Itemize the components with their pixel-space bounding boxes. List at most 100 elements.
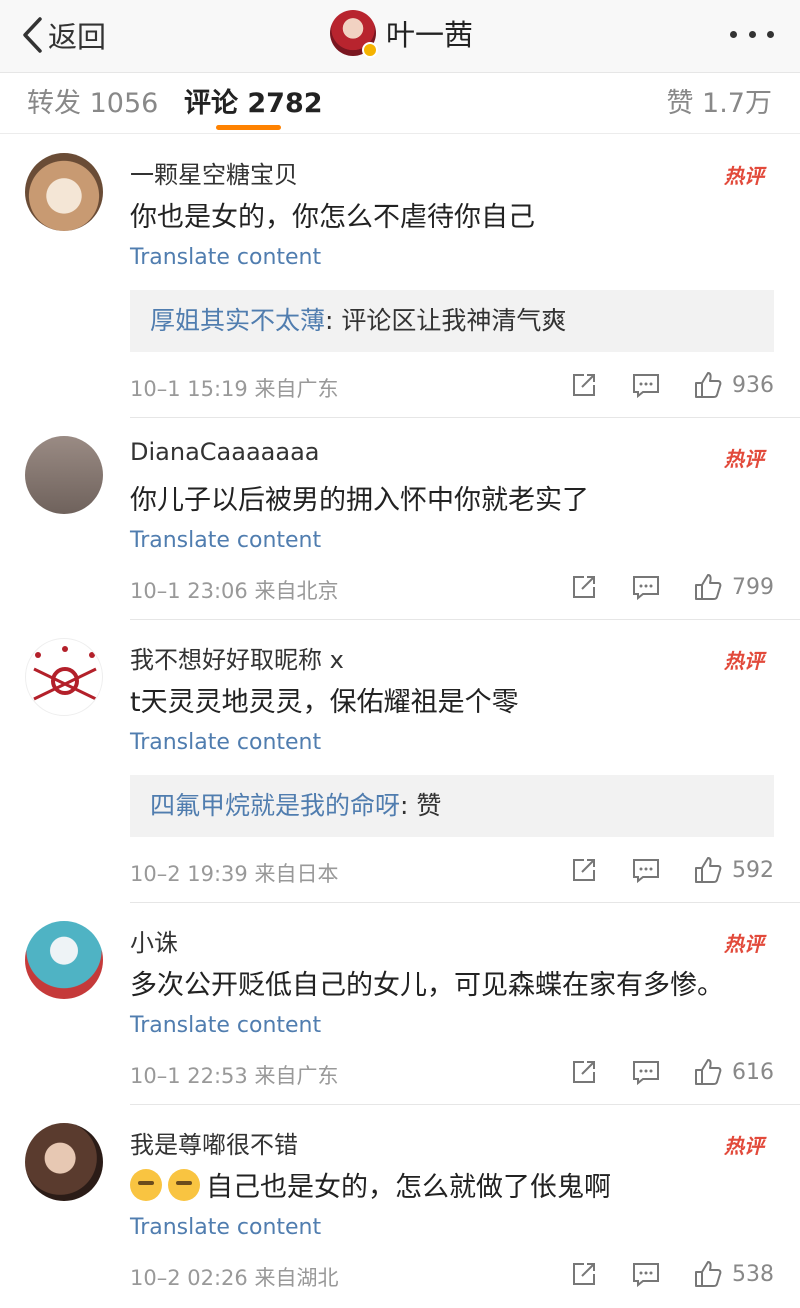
share-icon <box>573 1061 595 1083</box>
comment-icon <box>633 859 659 884</box>
comment-item: 我不想好好取昵称 x 热评 t天灵灵地灵灵，保佑耀祖是个零 Translate … <box>25 620 800 903</box>
comment-item: 小诛 热评 多次公开贬低自己的女儿，可见森蝶在家有多惨。 Translate c… <box>25 903 800 1105</box>
verified-badge-icon <box>362 42 378 58</box>
reply-button[interactable] <box>628 1258 664 1290</box>
translate-link[interactable]: Translate content <box>130 1013 321 1038</box>
avatar[interactable] <box>25 153 103 231</box>
nav-bar: 返回 叶一茜 <box>0 0 800 72</box>
thumbs-up-icon <box>695 574 722 600</box>
comment-text: 自己也是女的，怎么就做了伥鬼啊 <box>206 1172 611 1203</box>
hot-comment-badge: 热评 <box>724 155 772 188</box>
share-button[interactable] <box>566 854 602 886</box>
comment-list: 一颗星空糖宝贝 热评 你也是女的，你怎么不虐待你自己 Translate con… <box>0 135 800 1307</box>
tab-comments[interactable]: 评论 2782 <box>184 81 323 120</box>
commenter-name[interactable]: 小诛 <box>130 923 178 958</box>
page-title: 叶一茜 <box>386 18 474 52</box>
comment-meta: 10–1 15:19 来自广东 <box>130 377 339 401</box>
comment-text: t天灵灵地灵灵，保佑耀祖是个零 <box>130 687 519 718</box>
chevron-left-icon <box>23 17 42 53</box>
avatar[interactable] <box>25 436 103 514</box>
comment-meta: 10–2 19:39 来自日本 <box>130 862 339 886</box>
avatar[interactable] <box>25 921 103 999</box>
reply-author[interactable]: 四氟甲烷就是我的命呀 <box>150 791 400 820</box>
tab-likes[interactable]: 赞 1.7万 <box>666 81 772 120</box>
tab-forward[interactable]: 转发 1056 <box>27 81 158 120</box>
translate-link[interactable]: Translate content <box>130 730 321 755</box>
hot-comment-badge: 热评 <box>724 438 772 471</box>
back-button[interactable]: 返回 <box>20 10 106 60</box>
reply-text: : 评论区让我神清气爽 <box>325 306 567 335</box>
commenter-name[interactable]: 一颗星空糖宝贝 <box>130 155 298 190</box>
like-button[interactable] <box>690 571 726 603</box>
share-button[interactable] <box>566 369 602 401</box>
tab-bar: 转发 1056 评论 2782 赞 1.7万 <box>0 72 800 134</box>
avatar[interactable] <box>25 638 103 716</box>
share-icon <box>573 1263 595 1285</box>
like-button[interactable] <box>690 1056 726 1088</box>
like-count: 936 <box>732 372 774 398</box>
reply-button[interactable] <box>628 571 664 603</box>
share-icon <box>573 859 595 881</box>
more-dots-icon[interactable] <box>730 22 774 46</box>
comment-item: 一颗星空糖宝贝 热评 你也是女的，你怎么不虐待你自己 Translate con… <box>25 135 800 418</box>
comment-icon <box>633 1061 659 1086</box>
like-count: 616 <box>732 1059 774 1085</box>
comment-meta: 10–1 22:53 来自广东 <box>130 1064 339 1088</box>
commenter-name[interactable]: 我是尊嘟很不错 <box>130 1125 298 1160</box>
comment-actions: 592 <box>540 852 774 888</box>
comment-text: 你儿子以后被男的拥入怀中你就老实了 <box>130 485 589 516</box>
translate-link[interactable]: Translate content <box>130 1215 321 1240</box>
crying-face-icon <box>168 1169 200 1201</box>
hot-comment-badge: 热评 <box>724 1125 772 1158</box>
translate-link[interactable]: Translate content <box>130 245 321 270</box>
hot-label: 热评 <box>724 164 764 188</box>
sweat-face-icon <box>130 1169 162 1201</box>
like-button[interactable] <box>690 369 726 401</box>
comment-item: 我是尊嘟很不错 热评 自己也是女的，怎么就做了伥鬼啊 Translate con… <box>25 1105 800 1307</box>
hot-label: 热评 <box>724 932 764 956</box>
comment-text: 多次公开贬低自己的女儿，可见森蝶在家有多惨。 <box>130 970 724 1001</box>
reply-button[interactable] <box>628 854 664 886</box>
like-count: 799 <box>732 574 774 600</box>
avatar[interactable] <box>330 10 378 58</box>
commenter-name[interactable]: 我不想好好取昵称 x <box>130 640 344 675</box>
hot-comment-badge: 热评 <box>724 923 772 956</box>
share-button[interactable] <box>566 571 602 603</box>
share-button[interactable] <box>566 1258 602 1290</box>
comment-actions: 799 <box>540 569 774 605</box>
translate-link[interactable]: Translate content <box>130 528 321 553</box>
reply-button[interactable] <box>628 1056 664 1088</box>
comment-icon <box>633 576 659 601</box>
comment-text-row: 自己也是女的，怎么就做了伥鬼啊 <box>130 1165 611 1204</box>
thumbs-up-icon <box>695 1261 722 1287</box>
comment-actions: 538 <box>540 1256 774 1292</box>
comment-actions: 936 <box>540 367 774 403</box>
share-icon <box>573 576 595 598</box>
reply-author[interactable]: 厚姐其实不太薄 <box>150 306 325 335</box>
reply-button[interactable] <box>628 369 664 401</box>
like-count: 592 <box>732 857 774 883</box>
active-tab-indicator <box>216 125 281 130</box>
profile-header[interactable]: 叶一茜 <box>330 8 473 58</box>
hot-label: 热评 <box>724 649 764 673</box>
thumbs-up-icon <box>695 857 722 883</box>
reply-preview[interactable]: 厚姐其实不太薄: 评论区让我神清气爽 <box>130 290 774 352</box>
comment-meta: 10–1 23:06 来自北京 <box>130 579 339 603</box>
hot-label: 热评 <box>724 447 764 471</box>
commenter-name[interactable]: DianaCaaaaaaa <box>130 438 319 466</box>
comment-item: DianaCaaaaaaa 热评 你儿子以后被男的拥入怀中你就老实了 Trans… <box>25 418 800 620</box>
like-button[interactable] <box>690 854 726 886</box>
reply-text: : 赞 <box>400 791 442 820</box>
reply-preview[interactable]: 四氟甲烷就是我的命呀: 赞 <box>130 775 774 837</box>
thumbs-up-icon <box>695 1059 722 1085</box>
share-icon <box>573 374 595 396</box>
share-button[interactable] <box>566 1056 602 1088</box>
comment-actions: 616 <box>540 1054 774 1090</box>
avatar[interactable] <box>25 1123 103 1201</box>
like-button[interactable] <box>690 1258 726 1290</box>
comment-meta: 10–2 02:26 来自湖北 <box>130 1266 339 1290</box>
hot-label: 热评 <box>724 1134 764 1158</box>
comment-icon <box>633 374 659 399</box>
like-count: 538 <box>732 1261 774 1287</box>
comment-icon <box>633 1263 659 1288</box>
